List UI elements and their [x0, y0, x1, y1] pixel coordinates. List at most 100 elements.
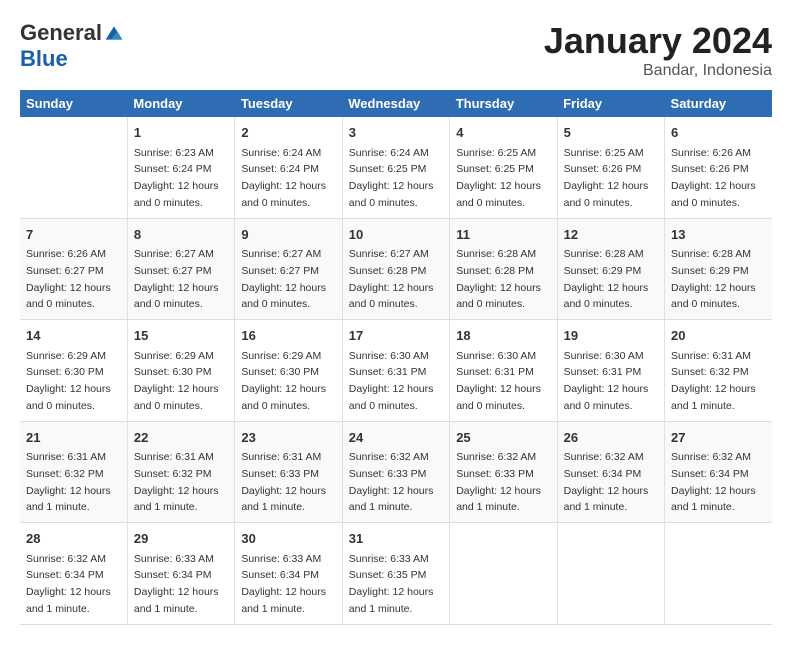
day-info: Sunrise: 6:25 AM Sunset: 6:25 PM Dayligh… — [456, 147, 541, 209]
day-number: 27 — [671, 428, 766, 448]
day-number: 30 — [241, 529, 335, 549]
day-info: Sunrise: 6:33 AM Sunset: 6:34 PM Dayligh… — [241, 553, 326, 615]
day-number: 10 — [349, 225, 443, 245]
header-row: SundayMondayTuesdayWednesdayThursdayFrid… — [20, 90, 772, 117]
calendar-cell: 23 Sunrise: 6:31 AM Sunset: 6:33 PM Dayli… — [235, 421, 342, 523]
weekday-header: Wednesday — [342, 90, 449, 117]
day-number: 11 — [456, 225, 550, 245]
calendar-week-row: 28 Sunrise: 6:32 AM Sunset: 6:34 PM Dayli… — [20, 523, 772, 625]
day-info: Sunrise: 6:32 AM Sunset: 6:33 PM Dayligh… — [349, 451, 434, 513]
day-number: 24 — [349, 428, 443, 448]
day-info: Sunrise: 6:29 AM Sunset: 6:30 PM Dayligh… — [134, 350, 219, 412]
day-number: 17 — [349, 326, 443, 346]
logo-blue-text: Blue — [20, 46, 68, 71]
calendar-cell: 27 Sunrise: 6:32 AM Sunset: 6:34 PM Dayli… — [665, 421, 772, 523]
day-number: 1 — [134, 123, 228, 143]
day-info: Sunrise: 6:25 AM Sunset: 6:26 PM Dayligh… — [564, 147, 649, 209]
calendar-cell — [557, 523, 664, 625]
day-number: 5 — [564, 123, 658, 143]
calendar-cell: 22 Sunrise: 6:31 AM Sunset: 6:32 PM Dayli… — [127, 421, 234, 523]
day-info: Sunrise: 6:31 AM Sunset: 6:32 PM Dayligh… — [26, 451, 111, 513]
day-number: 29 — [134, 529, 228, 549]
day-info: Sunrise: 6:31 AM Sunset: 6:32 PM Dayligh… — [134, 451, 219, 513]
day-number: 28 — [26, 529, 121, 549]
day-number: 22 — [134, 428, 228, 448]
day-number: 21 — [26, 428, 121, 448]
calendar-week-row: 14 Sunrise: 6:29 AM Sunset: 6:30 PM Dayli… — [20, 320, 772, 422]
title-block: January 2024 Bandar, Indonesia — [544, 20, 772, 80]
day-info: Sunrise: 6:29 AM Sunset: 6:30 PM Dayligh… — [241, 350, 326, 412]
day-number: 7 — [26, 225, 121, 245]
calendar-week-row: 1 Sunrise: 6:23 AM Sunset: 6:24 PM Daylig… — [20, 117, 772, 218]
calendar-cell: 30 Sunrise: 6:33 AM Sunset: 6:34 PM Dayli… — [235, 523, 342, 625]
weekday-header: Monday — [127, 90, 234, 117]
day-number: 13 — [671, 225, 766, 245]
day-info: Sunrise: 6:28 AM Sunset: 6:28 PM Dayligh… — [456, 248, 541, 310]
calendar-cell — [665, 523, 772, 625]
month-title: January 2024 — [544, 20, 772, 62]
day-info: Sunrise: 6:31 AM Sunset: 6:33 PM Dayligh… — [241, 451, 326, 513]
logo-general-text: General — [20, 20, 102, 46]
day-info: Sunrise: 6:32 AM Sunset: 6:33 PM Dayligh… — [456, 451, 541, 513]
day-number: 26 — [564, 428, 658, 448]
day-number: 12 — [564, 225, 658, 245]
calendar-cell: 31Sunrise: 6:33 AM Sunset: 6:35 PM Dayli… — [342, 523, 449, 625]
logo-icon — [104, 23, 124, 43]
day-info: Sunrise: 6:32 AM Sunset: 6:34 PM Dayligh… — [671, 451, 756, 513]
day-number: 20 — [671, 326, 766, 346]
page-header: General Blue January 2024 Bandar, Indone… — [20, 20, 772, 80]
day-info: Sunrise: 6:28 AM Sunset: 6:29 PM Dayligh… — [564, 248, 649, 310]
weekday-header: Thursday — [450, 90, 557, 117]
calendar-cell: 1 Sunrise: 6:23 AM Sunset: 6:24 PM Daylig… — [127, 117, 234, 218]
day-info: Sunrise: 6:27 AM Sunset: 6:28 PM Dayligh… — [349, 248, 434, 310]
day-info: Sunrise: 6:30 AM Sunset: 6:31 PM Dayligh… — [564, 350, 649, 412]
weekday-header: Saturday — [665, 90, 772, 117]
day-info: Sunrise: 6:28 AM Sunset: 6:29 PM Dayligh… — [671, 248, 756, 310]
calendar-cell: 19 Sunrise: 6:30 AM Sunset: 6:31 PM Dayli… — [557, 320, 664, 422]
day-info: Sunrise: 6:27 AM Sunset: 6:27 PM Dayligh… — [241, 248, 326, 310]
weekday-header: Friday — [557, 90, 664, 117]
day-info: Sunrise: 6:27 AM Sunset: 6:27 PM Dayligh… — [134, 248, 219, 310]
calendar-cell: 17 Sunrise: 6:30 AM Sunset: 6:31 PM Dayli… — [342, 320, 449, 422]
day-info: Sunrise: 6:31 AM Sunset: 6:32 PM Dayligh… — [671, 350, 756, 412]
calendar-cell: 16 Sunrise: 6:29 AM Sunset: 6:30 PM Dayli… — [235, 320, 342, 422]
day-info: Sunrise: 6:30 AM Sunset: 6:31 PM Dayligh… — [349, 350, 434, 412]
calendar-cell: 21 Sunrise: 6:31 AM Sunset: 6:32 PM Dayli… — [20, 421, 127, 523]
calendar-table: SundayMondayTuesdayWednesdayThursdayFrid… — [20, 90, 772, 625]
calendar-cell: 4Sunrise: 6:25 AM Sunset: 6:25 PM Daylig… — [450, 117, 557, 218]
day-info: Sunrise: 6:32 AM Sunset: 6:34 PM Dayligh… — [564, 451, 649, 513]
day-info: Sunrise: 6:26 AM Sunset: 6:27 PM Dayligh… — [26, 248, 111, 310]
calendar-cell: 5 Sunrise: 6:25 AM Sunset: 6:26 PM Daylig… — [557, 117, 664, 218]
day-info: Sunrise: 6:33 AM Sunset: 6:34 PM Dayligh… — [134, 553, 219, 615]
calendar-cell: 29 Sunrise: 6:33 AM Sunset: 6:34 PM Dayli… — [127, 523, 234, 625]
day-info: Sunrise: 6:32 AM Sunset: 6:34 PM Dayligh… — [26, 553, 111, 615]
calendar-cell: 20 Sunrise: 6:31 AM Sunset: 6:32 PM Dayli… — [665, 320, 772, 422]
calendar-cell: 28 Sunrise: 6:32 AM Sunset: 6:34 PM Dayli… — [20, 523, 127, 625]
calendar-cell — [20, 117, 127, 218]
calendar-cell: 10 Sunrise: 6:27 AM Sunset: 6:28 PM Dayli… — [342, 218, 449, 320]
day-info: Sunrise: 6:29 AM Sunset: 6:30 PM Dayligh… — [26, 350, 111, 412]
logo: General Blue — [20, 20, 124, 72]
day-number: 14 — [26, 326, 121, 346]
day-info: Sunrise: 6:23 AM Sunset: 6:24 PM Dayligh… — [134, 147, 219, 209]
calendar-cell: 8 Sunrise: 6:27 AM Sunset: 6:27 PM Daylig… — [127, 218, 234, 320]
calendar-cell: 26 Sunrise: 6:32 AM Sunset: 6:34 PM Dayli… — [557, 421, 664, 523]
day-info: Sunrise: 6:24 AM Sunset: 6:24 PM Dayligh… — [241, 147, 326, 209]
calendar-week-row: 21 Sunrise: 6:31 AM Sunset: 6:32 PM Dayli… — [20, 421, 772, 523]
calendar-cell: 25Sunrise: 6:32 AM Sunset: 6:33 PM Dayli… — [450, 421, 557, 523]
weekday-header: Sunday — [20, 90, 127, 117]
calendar-cell: 6Sunrise: 6:26 AM Sunset: 6:26 PM Daylig… — [665, 117, 772, 218]
day-number: 8 — [134, 225, 228, 245]
calendar-cell: 7 Sunrise: 6:26 AM Sunset: 6:27 PM Daylig… — [20, 218, 127, 320]
day-info: Sunrise: 6:26 AM Sunset: 6:26 PM Dayligh… — [671, 147, 756, 209]
day-number: 3 — [349, 123, 443, 143]
day-number: 15 — [134, 326, 228, 346]
location: Bandar, Indonesia — [544, 62, 772, 80]
day-number: 23 — [241, 428, 335, 448]
day-number: 9 — [241, 225, 335, 245]
calendar-cell: 12 Sunrise: 6:28 AM Sunset: 6:29 PM Dayli… — [557, 218, 664, 320]
calendar-cell: 14 Sunrise: 6:29 AM Sunset: 6:30 PM Dayli… — [20, 320, 127, 422]
day-number: 19 — [564, 326, 658, 346]
calendar-cell: 24 Sunrise: 6:32 AM Sunset: 6:33 PM Dayli… — [342, 421, 449, 523]
day-number: 16 — [241, 326, 335, 346]
